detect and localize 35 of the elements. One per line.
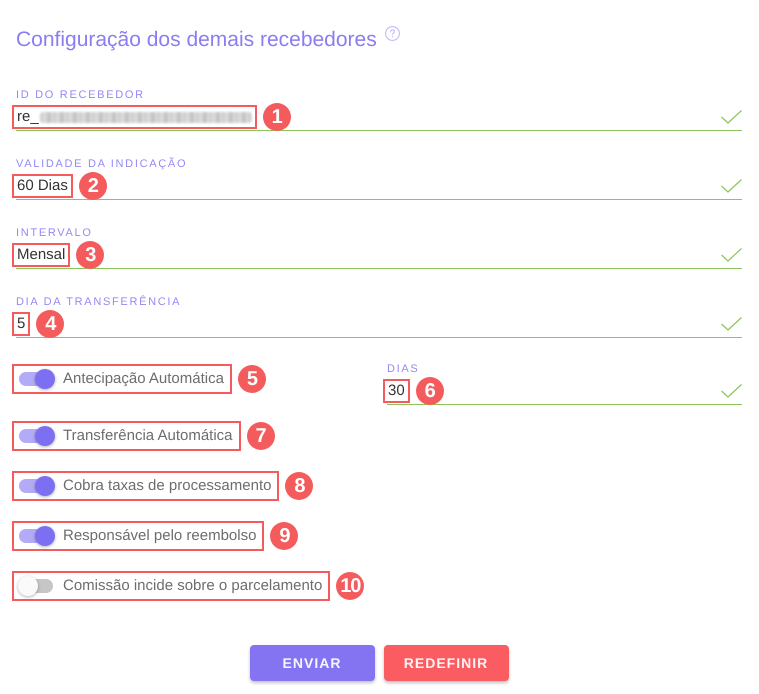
toggle-label: Responsável pelo reembolso xyxy=(63,527,256,545)
field-label: DIA DA TRANSFERÊNCIA xyxy=(16,295,182,309)
text-field[interactable]: 30 6 xyxy=(387,378,742,405)
field-label: VALIDADE DA INDICAÇÃO xyxy=(16,157,188,171)
toggle-switch[interactable] xyxy=(18,526,56,546)
annotation-number: 9 xyxy=(270,522,298,550)
toggle-label: Antecipação Automática xyxy=(63,370,224,388)
text-field[interactable]: re_ 1 xyxy=(16,104,742,131)
annotation-number: 8 xyxy=(285,472,314,500)
field-value: Mensal xyxy=(17,246,66,264)
annotation-number: 1 xyxy=(262,103,291,131)
field-value: 5 xyxy=(17,315,26,333)
toggle-switch[interactable] xyxy=(18,426,56,446)
field-value: re_ xyxy=(17,108,39,126)
annotation-number: 5 xyxy=(238,365,266,393)
field-label: ID DO RECEBEDOR xyxy=(16,88,145,102)
toggle-label: Cobra taxas de processamento xyxy=(63,477,272,495)
annotation-number: 7 xyxy=(246,422,275,450)
toggle-label: Comissão incide sobre o parcelamento xyxy=(63,577,322,595)
annotation-number: 10 xyxy=(336,572,364,600)
field-label: DIAS xyxy=(387,362,420,376)
toggle-switch[interactable] xyxy=(18,476,56,496)
toggle-switch[interactable] xyxy=(18,369,56,389)
field-value: 60 Dias xyxy=(17,177,68,195)
text-field[interactable]: 60 Dias 2 xyxy=(16,173,742,200)
field-value: 30 xyxy=(388,382,405,400)
field-label: INTERVALO xyxy=(16,226,93,240)
toggle-label: Transferência Automática xyxy=(63,427,233,445)
text-field[interactable]: 5 4 xyxy=(16,311,742,338)
text-field[interactable]: Mensal 3 xyxy=(16,242,742,269)
page-title: Configuração dos demais recebedores xyxy=(16,27,377,53)
annotation-number: 2 xyxy=(78,172,107,200)
annotation-number: 6 xyxy=(416,377,444,405)
annotation-number: 3 xyxy=(76,241,104,269)
annotation-number: 4 xyxy=(36,310,64,338)
